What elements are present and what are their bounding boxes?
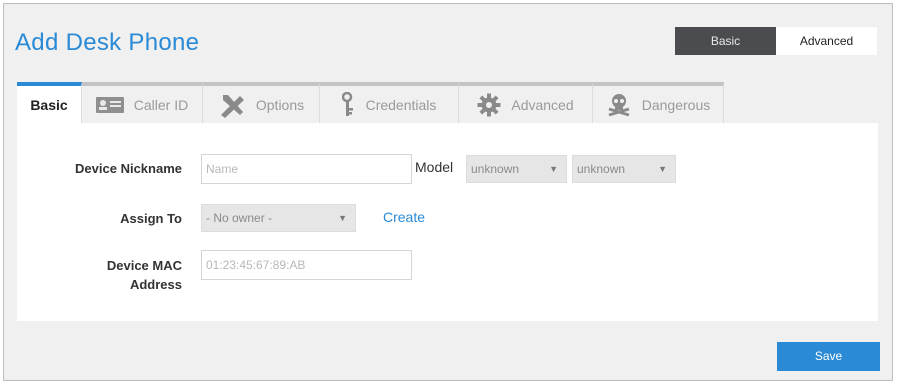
device-nickname-label: Device Nickname (75, 161, 182, 176)
advanced-mode-button[interactable]: Advanced (776, 27, 877, 55)
tab-basic-label: Basic (30, 96, 68, 113)
tab-advanced-label: Advanced (511, 96, 574, 113)
tab-bar: Basic Caller ID Options Credentials Adva… (17, 82, 724, 123)
model-label: Model (415, 159, 454, 175)
mac-address-label: Device MAC Address (37, 258, 182, 292)
tab-credentials-label: Credentials (365, 96, 437, 113)
tab-dangerous[interactable]: Dangerous (593, 82, 724, 123)
model-type-value: unknown (577, 162, 626, 176)
tab-credentials[interactable]: Credentials (320, 82, 459, 123)
model-brand-select[interactable]: unknown ▼ (466, 155, 567, 183)
create-owner-link[interactable]: Create (383, 209, 425, 225)
tab-options-label: Options (255, 96, 305, 113)
mac-address-label-line2: Address (129, 277, 182, 292)
basic-mode-button[interactable]: Basic (675, 27, 776, 55)
model-type-select[interactable]: unknown ▼ (572, 155, 676, 183)
tab-basic[interactable]: Basic (17, 82, 82, 123)
tab-options[interactable]: Options (203, 82, 320, 123)
gear-icon (477, 93, 501, 117)
view-mode-toggle: Basic Advanced (675, 27, 877, 55)
add-device-dialog: Add Desk Phone Basic Advanced Basic Call… (3, 3, 893, 381)
tab-advanced[interactable]: Advanced (459, 82, 593, 123)
dialog-title: Add Desk Phone (15, 29, 200, 56)
mac-address-label-line1: Device MAC (106, 258, 182, 273)
owner-select[interactable]: - No owner - ▼ (201, 204, 356, 232)
key-icon (341, 91, 356, 118)
tab-content-basic: Device Nickname Name Model unknown ▼ unk… (17, 123, 878, 321)
owner-value: - No owner - (206, 211, 273, 225)
chevron-down-icon: ▼ (658, 164, 667, 174)
tab-caller-id-label: Caller ID (133, 96, 189, 113)
id-card-icon (95, 96, 124, 113)
tab-caller-id[interactable]: Caller ID (82, 82, 203, 123)
assign-to-label: Assign To (120, 211, 182, 226)
skull-icon (606, 93, 632, 117)
device-nickname-placeholder: Name (206, 162, 239, 176)
mac-address-placeholder: 01:23:45:67:89:AB (206, 258, 306, 272)
save-button[interactable]: Save (777, 342, 880, 371)
tools-icon (218, 92, 246, 118)
tab-dangerous-label: Dangerous (641, 96, 711, 113)
mac-address-input[interactable]: 01:23:45:67:89:AB (201, 250, 412, 280)
chevron-down-icon: ▼ (338, 213, 347, 223)
device-nickname-input[interactable]: Name (201, 154, 412, 184)
model-brand-value: unknown (471, 162, 520, 176)
chevron-down-icon: ▼ (549, 164, 558, 174)
